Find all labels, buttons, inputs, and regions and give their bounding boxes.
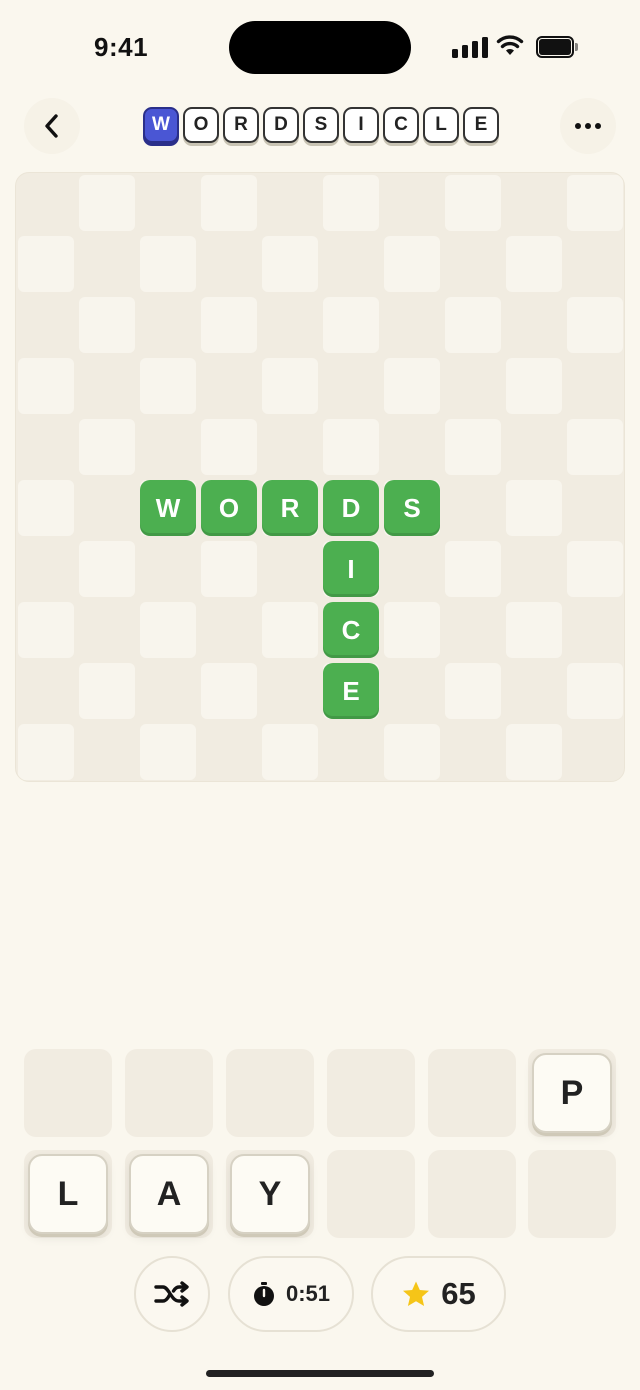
logo-letter: L [423,107,459,143]
board-cell[interactable] [201,419,257,475]
stopwatch-icon [253,1282,274,1306]
board-tile[interactable]: D [323,480,379,536]
status-time: 9:41 [94,32,149,62]
score-value: 65 [441,1276,476,1311]
rack-slot[interactable] [428,1049,516,1137]
logo-letter: I [343,107,379,143]
board-cell[interactable] [140,358,196,414]
board-tile[interactable]: I [323,541,379,597]
board-cell[interactable] [506,236,562,292]
rack-slot[interactable] [125,1049,213,1137]
board-cell[interactable] [384,358,440,414]
board-cell[interactable] [79,297,135,353]
board-cell[interactable] [567,419,623,475]
rack-slot[interactable] [428,1150,516,1238]
board-cell[interactable] [323,419,379,475]
logo-letter: R [223,107,259,143]
board-cell[interactable] [201,541,257,597]
board-cell[interactable] [140,236,196,292]
more-horizontal-icon [575,123,601,129]
score-display: 65 [371,1256,506,1332]
board-cell[interactable] [201,663,257,719]
board-cell[interactable] [140,724,196,780]
battery-icon [536,36,578,58]
logo-letter: O [183,107,219,143]
board-cell[interactable] [506,358,562,414]
board-cell[interactable] [262,236,318,292]
board-tile[interactable]: O [201,480,257,536]
board-cell[interactable] [567,663,623,719]
dynamic-island [229,21,411,74]
back-button[interactable] [24,98,80,154]
board-cell[interactable] [445,663,501,719]
board-tile[interactable]: E [323,663,379,719]
board-cell[interactable] [262,724,318,780]
logo-letter: E [463,107,499,143]
board-cell[interactable] [201,297,257,353]
board-cell[interactable] [567,297,623,353]
logo-letter: S [303,107,339,143]
board-tile[interactable]: C [323,602,379,658]
rack-tile[interactable]: A [129,1154,209,1234]
rack-slot[interactable] [327,1150,415,1238]
board-cell[interactable] [140,602,196,658]
rack-tile[interactable]: Y [230,1154,310,1234]
rack-tile[interactable]: P [532,1053,612,1133]
board-cell[interactable] [18,602,74,658]
board-cell[interactable] [445,541,501,597]
rack-tile[interactable]: L [28,1154,108,1234]
board-cell[interactable] [567,175,623,231]
home-indicator[interactable] [206,1370,434,1377]
board-cell[interactable] [18,358,74,414]
board-cell[interactable] [384,724,440,780]
board-cell[interactable] [445,419,501,475]
timer-value: 0:51 [285,1281,331,1306]
board-cell[interactable] [262,358,318,414]
board-cell[interactable] [79,663,135,719]
board-cell[interactable] [323,297,379,353]
board-cell[interactable] [18,236,74,292]
cellular-signal-icon [452,36,488,58]
board-cell[interactable] [18,724,74,780]
board-cell[interactable] [384,236,440,292]
chevron-left-icon [45,114,58,138]
rack-slot[interactable] [528,1150,616,1238]
board-tile[interactable]: R [262,480,318,536]
board-cell[interactable] [445,175,501,231]
logo-letter: W [143,107,179,143]
board-tile[interactable]: S [384,480,440,536]
board-cell[interactable] [79,175,135,231]
rack-slot[interactable] [24,1049,112,1137]
board-cell[interactable] [506,602,562,658]
wifi-icon [496,35,524,55]
board-cell[interactable] [506,480,562,536]
board-cell[interactable] [201,175,257,231]
board-cell[interactable] [18,480,74,536]
shuffle-icon [154,1281,189,1307]
app-logo: W O R D S I C L E [143,107,499,143]
board-cell[interactable] [262,602,318,658]
game-board: W O R D S I C E [15,172,625,782]
more-button[interactable] [560,98,616,154]
board-cell[interactable] [79,541,135,597]
board-cell[interactable] [445,297,501,353]
board-cell[interactable] [79,419,135,475]
logo-letter: C [383,107,419,143]
board-cell[interactable] [384,602,440,658]
board-cell[interactable] [506,724,562,780]
board-cell[interactable] [323,175,379,231]
shuffle-button[interactable] [134,1256,210,1332]
timer-display: 0:51 [228,1256,354,1332]
status-bar: 9:41 [0,0,640,96]
rack-slot[interactable] [226,1049,314,1137]
rack-slot[interactable] [327,1049,415,1137]
logo-letter: D [263,107,299,143]
board-tile[interactable]: W [140,480,196,536]
board-cell[interactable] [567,541,623,597]
star-icon [403,1281,430,1306]
